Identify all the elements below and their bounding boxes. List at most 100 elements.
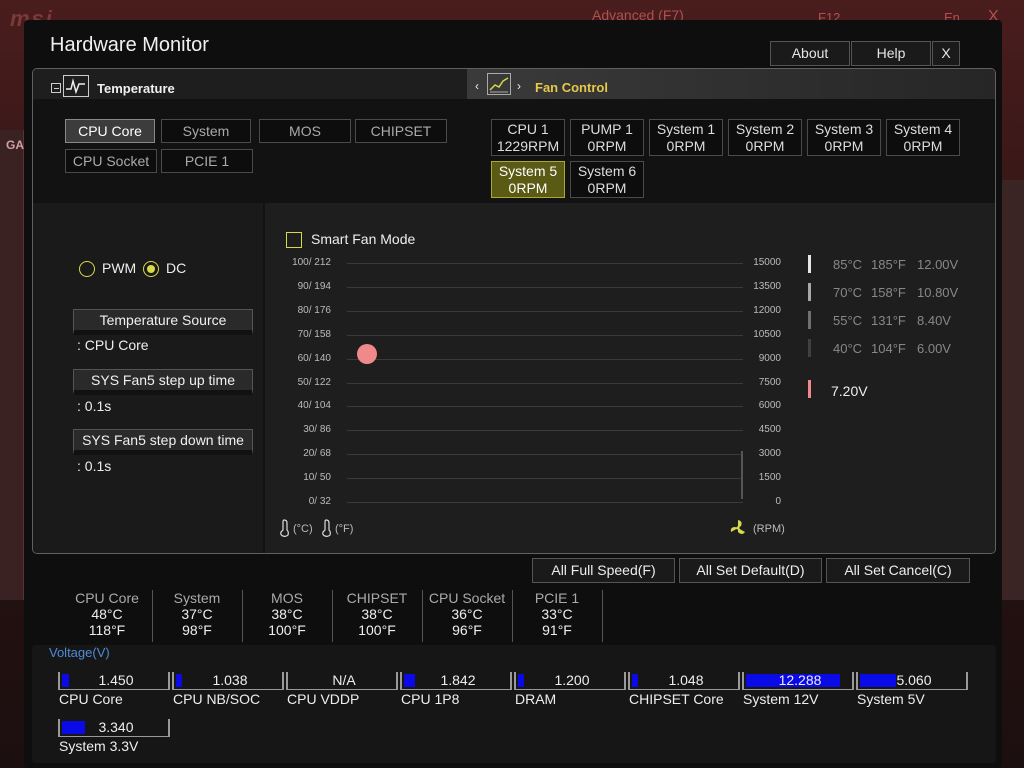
bios-screen: msi Advanced (F7) F12 En X GA Hardware M… (0, 0, 1024, 768)
fan-system3-button[interactable]: System 3 0RPM (807, 119, 881, 156)
collapse-icon[interactable] (51, 83, 61, 93)
voltage-bar: 1.450 (58, 672, 170, 690)
thermometer-fahrenheit-icon (322, 519, 331, 537)
close-button[interactable]: X (932, 41, 960, 66)
legend-color-bar (808, 283, 811, 301)
right-axis-tick: 3000 (758, 448, 781, 460)
source-cpu-socket-button[interactable]: CPU Socket (65, 149, 157, 173)
left-axis-tick: 100/ 212 (292, 257, 331, 268)
fan-system1-button[interactable]: System 1 0RPM (649, 119, 723, 156)
tab-temperature[interactable]: Temperature (97, 81, 175, 96)
temperature-name: CPU Core (75, 590, 139, 606)
voltage-value: 1.450 (98, 672, 134, 688)
help-button[interactable]: Help (851, 41, 931, 66)
unit-fahrenheit: (°F) (335, 523, 354, 535)
chevron-left-icon[interactable]: ‹ (475, 79, 479, 93)
all-full-speed-button[interactable]: All Full Speed(F) (532, 558, 675, 583)
fan-curve-point[interactable] (357, 344, 377, 364)
fan-pump1-button[interactable]: PUMP 1 0RPM (570, 119, 644, 156)
chevron-right-icon[interactable]: › (517, 79, 521, 93)
temperature-separator (602, 590, 603, 642)
right-axis-tick: 4500 (758, 424, 781, 436)
right-axis-tick: 6000 (758, 400, 781, 412)
hardware-monitor-window: Hardware Monitor About Help X Temperatur… (24, 20, 1002, 768)
grid-line (347, 454, 743, 456)
voltage-name: CPU NB/SOC (173, 691, 261, 707)
temperature-celsius: 36°C (451, 606, 483, 622)
fan-curve-icon (487, 73, 511, 95)
fan-system6-button[interactable]: System 6 0RPM (570, 161, 644, 198)
fan-system2-button[interactable]: System 2 0RPM (728, 119, 802, 156)
source-cpu-core-button[interactable]: CPU Core (65, 119, 155, 143)
grid-line (347, 334, 743, 336)
grid-line (347, 358, 743, 360)
legend-color-bar (808, 311, 811, 329)
all-set-default-button[interactable]: All Set Default(D) (679, 558, 822, 583)
source-pcie1-button[interactable]: PCIE 1 (161, 149, 253, 173)
about-button[interactable]: About (770, 41, 850, 66)
smart-fan-label: Smart Fan Mode (311, 231, 416, 247)
voltage-name: System 5V (857, 691, 925, 707)
fan-system5-button[interactable]: System 5 0RPM (491, 161, 565, 198)
dc-radio[interactable] (143, 261, 159, 277)
voltage-name: CPU VDDP (287, 691, 360, 707)
fan-cpu1-button[interactable]: CPU 1 1229RPM (491, 119, 565, 156)
smart-fan-checkbox[interactable] (286, 232, 302, 248)
fan-system4-button[interactable]: System 4 0RPM (886, 119, 960, 156)
voltage-bar: 1.200 (514, 672, 626, 690)
voltage-name: CHIPSET Core (629, 691, 724, 707)
grid-line (347, 430, 743, 432)
background-right-panel (1000, 180, 1024, 600)
step-down-time-button[interactable]: SYS Fan5 step down time (73, 429, 253, 455)
temperature-readout: MOS 38°C 100°F (242, 590, 332, 638)
voltage-name: CPU Core (59, 691, 123, 707)
voltage-bar: 12.288 (742, 672, 854, 690)
pwm-radio[interactable] (79, 261, 95, 277)
temperature-graph-icon (63, 75, 89, 97)
voltage-value: 1.200 (554, 672, 590, 688)
temperature-celsius: 38°C (361, 606, 393, 622)
temperature-readout: PCIE 1 33°C 91°F (512, 590, 602, 638)
grid-line (347, 263, 743, 264)
source-system-button[interactable]: System (161, 119, 251, 143)
legend-fahrenheit: 185°F (871, 257, 906, 272)
temperature-fahrenheit: 96°F (452, 622, 482, 638)
background-side-tab: GA (6, 138, 24, 152)
tab-fan-control[interactable]: ‹ › Fan Control (467, 69, 995, 99)
fan-settings-pane: PWM DC Temperature Source : CPU Core SYS… (33, 203, 263, 553)
left-axis-tick: 90/ 194 (297, 280, 331, 292)
right-axis-tick: 10500 (753, 328, 781, 340)
temperature-celsius: 48°C (91, 606, 123, 622)
voltage-bar: N/A (286, 672, 398, 690)
temperature-readout: System 37°C 98°F (152, 590, 242, 638)
legend-voltage: 8.40V (917, 313, 951, 328)
chart-scrollbar[interactable] (741, 451, 743, 499)
legend-celsius: 40°C (833, 341, 863, 356)
temperature-readout: CHIPSET 38°C 100°F (332, 590, 422, 638)
voltage-value: 1.048 (668, 672, 704, 688)
temperature-name: CPU Socket (428, 590, 506, 606)
left-axis-tick: 30/ 86 (303, 424, 331, 436)
grid-line (347, 286, 743, 288)
voltage-bar: 1.048 (628, 672, 740, 690)
all-set-cancel-button[interactable]: All Set Cancel(C) (826, 558, 970, 583)
temperature-name: System (173, 590, 221, 606)
temperature-fahrenheit: 118°F (88, 622, 126, 638)
step-up-time-button[interactable]: SYS Fan5 step up time (73, 369, 253, 395)
source-chipset-button[interactable]: CHIPSET (355, 119, 447, 143)
voltage-value: 3.340 (98, 719, 134, 735)
voltage-name: CPU 1P8 (401, 691, 460, 707)
temperature-celsius: 38°C (271, 606, 303, 622)
left-axis-tick: 20/ 68 (303, 448, 331, 460)
source-mos-button[interactable]: MOS (259, 119, 351, 143)
temperature-readout: CPU Core 48°C 118°F (62, 590, 152, 638)
left-axis-tick: 0/ 32 (308, 496, 331, 507)
temperature-fahrenheit: 100°F (268, 622, 306, 638)
legend-fahrenheit: 158°F (871, 285, 906, 300)
voltage-value: 12.288 (778, 672, 822, 688)
voltage-bar: 1.842 (400, 672, 512, 690)
grid-line (347, 310, 743, 312)
temperature-source-button[interactable]: Temperature Source (73, 309, 253, 335)
legend-fahrenheit: 104°F (871, 341, 906, 356)
voltage-bar: 5.060 (856, 672, 968, 690)
